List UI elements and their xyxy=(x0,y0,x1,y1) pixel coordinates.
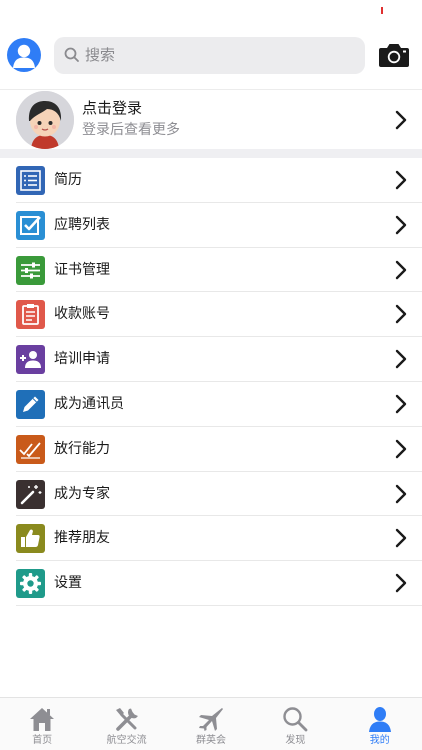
menu-list: 简历 应聘列表 证书管理 收款账号 培训申请 成为通讯员 放行能力 成为专家 推… xyxy=(0,158,422,606)
user-avatar-button[interactable] xyxy=(7,38,41,72)
chevron-right-icon xyxy=(395,529,407,548)
menu-item-resume[interactable]: 简历 xyxy=(0,158,422,203)
home-icon xyxy=(30,708,55,731)
tab-discover[interactable]: 发现 xyxy=(253,698,337,750)
pencil-icon xyxy=(16,389,45,419)
tab-label: 航空交流 xyxy=(106,735,147,746)
tab-mine[interactable]: 我的 xyxy=(338,698,422,750)
tab-label: 群英会 xyxy=(195,735,226,746)
menu-item-certificates[interactable]: 证书管理 xyxy=(0,248,422,293)
person-icon xyxy=(13,44,35,68)
status-bar xyxy=(0,0,422,24)
chevron-right-icon xyxy=(395,439,407,458)
checkbox-icon xyxy=(16,210,45,240)
gear-icon xyxy=(16,569,45,599)
menu-label: 培训申请 xyxy=(54,351,110,368)
jet-icon xyxy=(198,708,223,731)
resume-list-icon xyxy=(16,166,45,195)
menu-label: 收款账号 xyxy=(54,306,110,323)
chevron-right-icon xyxy=(395,260,407,279)
tab-label: 发现 xyxy=(285,735,306,746)
login-row[interactable]: 点击登录 登录后查看更多 xyxy=(0,89,422,149)
double-check-icon xyxy=(16,434,45,464)
search-placeholder: 搜索 xyxy=(85,46,116,64)
status-indicator xyxy=(381,7,383,14)
tab-label: 首页 xyxy=(32,735,53,746)
chevron-right-icon xyxy=(395,215,407,234)
menu-label: 成为通讯员 xyxy=(54,395,124,412)
login-subtitle: 登录后查看更多 xyxy=(82,122,180,138)
chevron-right-icon xyxy=(395,484,407,503)
tab-label: 我的 xyxy=(369,735,390,746)
menu-item-applications[interactable]: 应聘列表 xyxy=(0,203,422,248)
tab-bar: 首页 航空交流 群英会 发现 我的 xyxy=(0,697,422,750)
chevron-right-icon xyxy=(395,573,407,593)
menu-label: 设置 xyxy=(54,575,82,592)
menu-item-correspondent[interactable]: 成为通讯员 xyxy=(0,382,422,427)
chevron-right-icon xyxy=(395,110,407,130)
login-title: 点击登录 xyxy=(82,99,143,117)
top-bar: 搜索 xyxy=(0,30,422,80)
add-user-icon xyxy=(16,345,45,375)
magic-wand-icon xyxy=(16,479,45,509)
menu-label: 放行能力 xyxy=(54,440,110,457)
magnifier-icon xyxy=(283,707,308,732)
chevron-right-icon xyxy=(395,170,407,190)
profile-avatar xyxy=(16,91,74,149)
camera-button[interactable] xyxy=(378,42,410,68)
menu-label: 证书管理 xyxy=(54,261,110,278)
tab-heroes-gathering[interactable]: 群英会 xyxy=(169,698,253,750)
menu-item-training[interactable]: 培训申请 xyxy=(0,337,422,382)
chevron-right-icon xyxy=(395,305,407,324)
chevron-right-icon xyxy=(395,394,407,414)
menu-item-expert[interactable]: 成为专家 xyxy=(0,472,422,517)
menu-label: 应聘列表 xyxy=(54,216,110,233)
menu-item-payment-account[interactable]: 收款账号 xyxy=(0,292,422,338)
thumbs-up-icon xyxy=(16,524,45,554)
search-input[interactable]: 搜索 xyxy=(54,37,365,74)
menu-item-recommend-friends[interactable]: 推荐朋友 xyxy=(0,516,422,562)
clipboard-icon xyxy=(16,300,45,330)
menu-label: 简历 xyxy=(54,172,82,188)
menu-item-release-capability[interactable]: 放行能力 xyxy=(0,427,422,472)
chevron-right-icon xyxy=(395,349,407,369)
tab-aviation-exchange[interactable]: 航空交流 xyxy=(84,698,168,750)
tab-home[interactable]: 首页 xyxy=(0,698,84,750)
menu-item-settings[interactable]: 设置 xyxy=(0,561,422,606)
cartoon-avatar-icon xyxy=(16,91,74,149)
section-divider xyxy=(0,149,422,158)
row-divider xyxy=(16,604,422,606)
person-icon xyxy=(368,707,391,732)
tools-icon xyxy=(115,708,138,731)
sliders-icon xyxy=(16,255,45,285)
search-icon xyxy=(64,47,79,62)
camera-icon xyxy=(379,44,409,67)
menu-label: 推荐朋友 xyxy=(54,530,110,547)
menu-label: 成为专家 xyxy=(54,485,110,502)
